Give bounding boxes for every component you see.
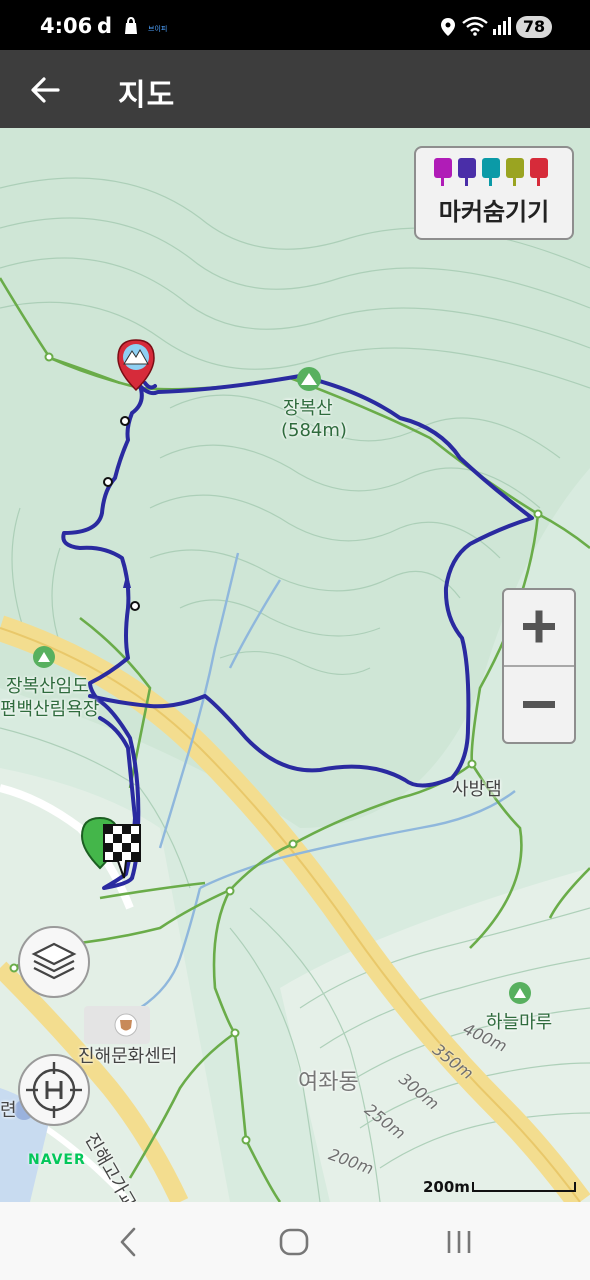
video-marker-icon bbox=[458, 158, 476, 186]
zoom-out-button[interactable] bbox=[504, 667, 574, 742]
status-bar: 4:06 d 브이피 78 bbox=[0, 0, 590, 50]
nav-home-icon bbox=[279, 1228, 309, 1256]
page-title: 지도 bbox=[118, 78, 176, 113]
peak-elevation-label: (584m) bbox=[281, 420, 347, 441]
forest-bath-label: 편백산림욕장 bbox=[0, 699, 100, 720]
nav-recents-icon bbox=[447, 1231, 471, 1253]
naver-logo: NAVER bbox=[28, 1152, 86, 1168]
marker-hide-label: 마커숨기기 bbox=[438, 198, 550, 226]
zoom-controls bbox=[502, 588, 576, 744]
nav-recents-button[interactable] bbox=[430, 1220, 490, 1264]
location-icon bbox=[441, 18, 455, 36]
pen-marker-icon bbox=[482, 158, 500, 186]
photo-marker-icon bbox=[434, 158, 452, 186]
layers-button[interactable] bbox=[18, 926, 90, 998]
note-marker-icon bbox=[506, 158, 524, 186]
system-nav-bar bbox=[0, 1202, 590, 1280]
battery-level: 78 bbox=[516, 16, 552, 38]
zoom-in-button[interactable] bbox=[504, 590, 574, 667]
left-edge-label: 련 bbox=[0, 1100, 17, 1121]
marker-hide-button[interactable]: 마커숨기기 bbox=[414, 146, 574, 240]
back-arrow-icon bbox=[31, 77, 60, 103]
nav-back-button[interactable] bbox=[98, 1220, 158, 1264]
app-notification-glyph: d bbox=[97, 14, 113, 38]
plus-icon bbox=[523, 610, 555, 643]
shopping-bag-icon bbox=[125, 16, 137, 34]
scale-label: 200m bbox=[423, 1178, 470, 1196]
app-bar: 지도 bbox=[0, 50, 590, 128]
minus-icon bbox=[523, 701, 555, 708]
wifi-icon bbox=[462, 16, 488, 36]
map-view[interactable]: 장복산 (584m) 장복산임도 편백산림욕장 사방댐 하늘마루 진해문화센터 … bbox=[0, 128, 590, 1202]
culture-center-label: 진해문화센터 bbox=[78, 1046, 178, 1067]
nav-home-button[interactable] bbox=[264, 1220, 324, 1264]
haneulmaru-label: 하늘마루 bbox=[486, 1012, 553, 1033]
crosshair-home-icon bbox=[26, 1062, 82, 1118]
mini-notification-text: 브이피 bbox=[148, 25, 168, 33]
status-time: 4:06 bbox=[40, 14, 93, 38]
flag-marker-icon bbox=[530, 158, 548, 186]
signal-icon bbox=[493, 17, 511, 35]
locate-home-button[interactable] bbox=[18, 1054, 90, 1126]
back-button[interactable] bbox=[24, 68, 68, 112]
scale-bar bbox=[472, 1182, 576, 1192]
peak-poi-icon bbox=[297, 367, 321, 391]
district-label: 여좌동 bbox=[298, 1070, 359, 1095]
peak-name-label: 장복산 bbox=[283, 398, 333, 419]
layers-icon bbox=[31, 942, 77, 980]
dam-label: 사방댐 bbox=[452, 779, 502, 800]
nav-back-icon bbox=[120, 1227, 136, 1257]
